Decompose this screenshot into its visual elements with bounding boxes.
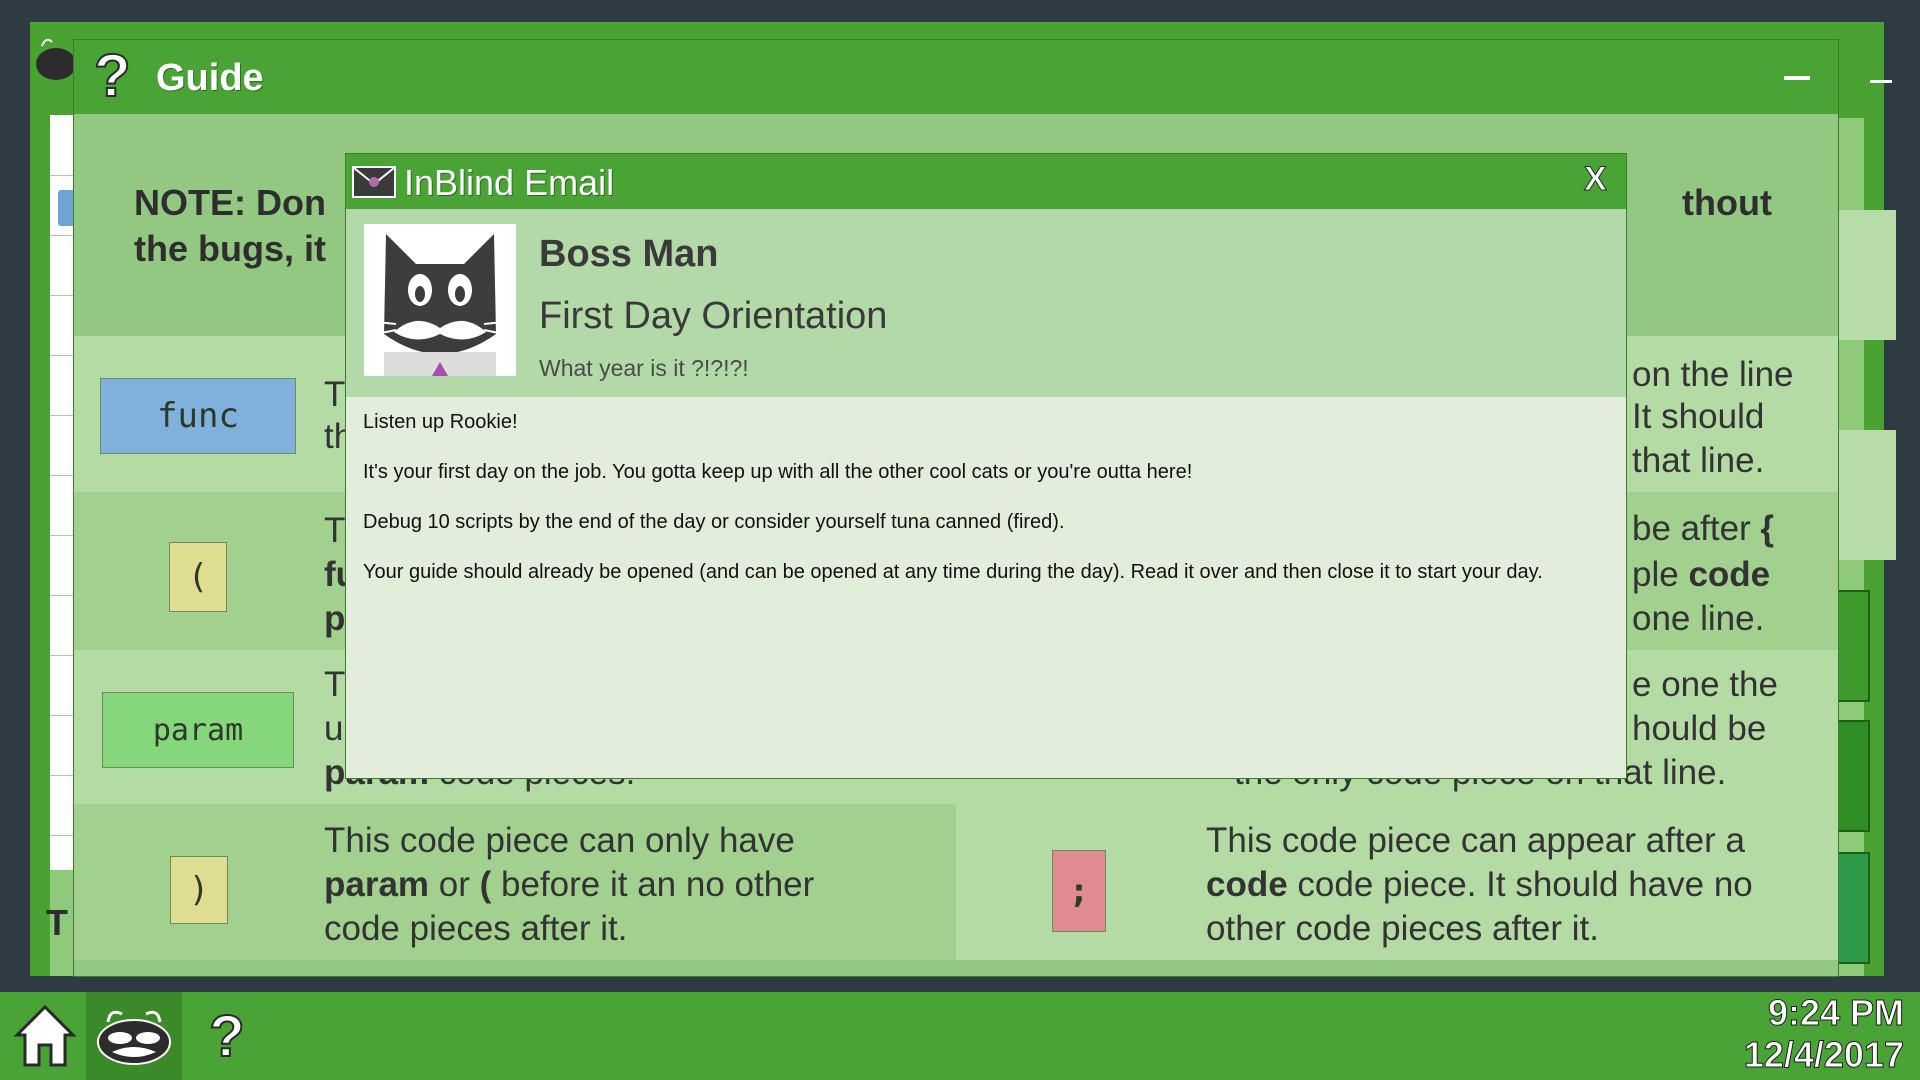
email-header: Boss Man First Day Orientation What year… (346, 209, 1626, 397)
guide-titlebar[interactable]: ? Guide (74, 40, 1838, 114)
envelope-icon (352, 166, 396, 198)
param-desc-line2: u (324, 709, 344, 748)
semicolon-piece[interactable]: ; (1052, 850, 1106, 932)
guide-title: Guide (156, 57, 264, 99)
email-window: InBlind Email X Boss Man First Day Orien… (345, 153, 1627, 779)
email-titlebar[interactable]: InBlind Email X (346, 154, 1626, 209)
guide-note-right: thout (1682, 182, 1772, 223)
right2-desc-line1: be after { (1632, 506, 1774, 551)
boss-cat-avatar (364, 224, 516, 376)
close-paren-text-c: ( (479, 865, 492, 904)
taskbar-cat-app-button[interactable] (86, 992, 182, 1080)
close-paren-piece[interactable]: ) (170, 856, 228, 924)
right2-text-d: code (1688, 555, 1771, 594)
semicolon-desc-line1: This code piece can appear after a (1206, 821, 1745, 860)
right2-text-a: be after (1632, 509, 1761, 548)
clock-time: 9:24 PM (1767, 992, 1904, 1034)
background-right-panel (1836, 430, 1896, 560)
right1-desc-line3: that line. (1632, 441, 1765, 480)
close-paren-text-d: before it an no other (491, 865, 815, 904)
guide-minimize-button[interactable] (1784, 76, 1810, 80)
clock-date: 12/4/2017 (1743, 1034, 1904, 1076)
email-subject: First Day Orientation (539, 295, 888, 337)
home-icon (13, 1004, 77, 1067)
close-paren-desc-line2: param or ( before it an no other (324, 862, 814, 907)
right1-desc-line1: on the line (1632, 355, 1794, 394)
question-mark-icon: ? (208, 1003, 245, 1070)
background-cat-app-icon (36, 38, 76, 80)
email-body-paragraph: It's your first day on the job. You gott… (363, 461, 1193, 483)
background-window-minimize-button[interactable] (1870, 80, 1892, 83)
email-body-paragraph: Debug 10 scripts by the end of the day o… (363, 511, 1065, 533)
func-piece[interactable]: func (100, 378, 296, 454)
taskbar-clock: 9:24 PM 12/4/2017 (1743, 992, 1904, 1076)
taskbar: ? 9:24 PM 12/4/2017 (0, 992, 1920, 1080)
right2-desc-line2: ple code (1632, 552, 1770, 597)
email-body-paragraph: Listen up Rookie! (363, 411, 518, 433)
taskbar-guide-button[interactable]: ? (182, 992, 272, 1080)
code-piece-cell-semicolon: ; This code piece can appear after a cod… (956, 804, 1838, 960)
close-paren-desc-line1: This code piece can only have (324, 821, 795, 860)
code-piece-cell-close-paren: ) This code piece can only have param or… (74, 804, 956, 960)
param-desc-line1: T (324, 665, 346, 704)
right2-text-c: ple (1632, 555, 1689, 594)
cool-cat-icon (97, 1010, 171, 1065)
background-window-label: T (46, 902, 68, 943)
email-app-title: InBlind Email (404, 162, 615, 203)
question-mark-icon: ? (93, 42, 132, 109)
email-close-button[interactable]: X (1584, 160, 1608, 199)
open-paren-desc-line1: T (324, 511, 346, 550)
close-paren-desc-line3: code pieces after it. (324, 909, 628, 948)
right3-desc-line1: e one the (1632, 665, 1778, 704)
semicolon-text-rest: code piece. It should have no (1287, 865, 1753, 904)
semicolon-desc-line2: code code piece. It should have no (1206, 862, 1753, 907)
param-piece[interactable]: param (102, 692, 294, 768)
close-paren-text-a: param (324, 865, 430, 904)
background-right-panel (1836, 210, 1896, 340)
right2-text-b: { (1760, 509, 1775, 548)
open-paren-desc-line3: p (324, 599, 346, 638)
right3-desc-line2: hould be (1632, 709, 1767, 748)
semicolon-desc-line3: other code pieces after it. (1206, 909, 1599, 948)
right2-desc-line3: one line. (1632, 599, 1765, 638)
taskbar-home-button[interactable] (0, 992, 90, 1080)
semicolon-text-bold: code (1206, 865, 1288, 904)
email-body: Listen up Rookie! It's your first day on… (363, 410, 1611, 610)
func-desc-line1: T (324, 375, 346, 414)
close-paren-text-b: or (429, 865, 480, 904)
right1-desc-line2: It should (1632, 397, 1765, 436)
email-body-paragraph: Your guide should already be opened (and… (363, 561, 1543, 583)
email-preview: What year is it ?!?!?! (539, 355, 749, 381)
email-sender: Boss Man (539, 233, 719, 275)
open-paren-piece[interactable]: ( (169, 542, 227, 612)
